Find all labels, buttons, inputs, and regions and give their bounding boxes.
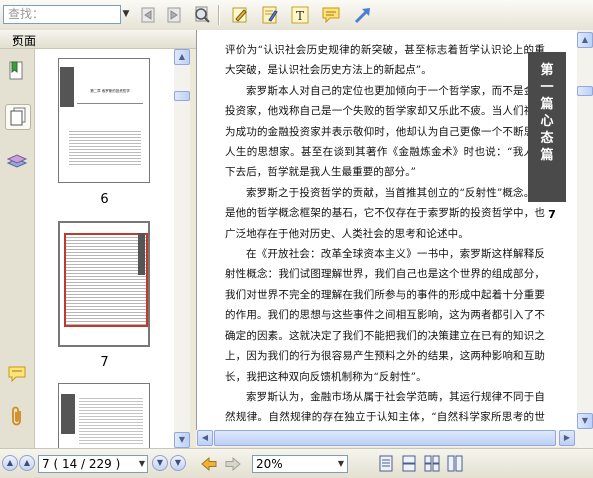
- paragraph: 索罗斯之于投资哲学的贡献，当首推其创立的“反射性”概念。这是他的哲学概念框架的基…: [225, 186, 545, 240]
- first-page-icon[interactable]: ▲: [2, 455, 18, 471]
- note-tool-icon[interactable]: [259, 4, 281, 26]
- facing-layout-icon[interactable]: [423, 454, 441, 473]
- thumbnail-chapter-bar: [61, 394, 75, 434]
- page-dropdown-icon[interactable]: ▼: [136, 455, 148, 473]
- thumbnail-chapter-bar: [138, 233, 145, 275]
- text-tool-icon[interactable]: T: [289, 4, 311, 26]
- svg-text:T: T: [296, 9, 304, 23]
- find-icon[interactable]: [191, 4, 213, 26]
- search-input[interactable]: 查找：: [3, 5, 121, 24]
- scroll-up-icon[interactable]: ▲: [174, 49, 190, 65]
- paragraph: 索罗斯本人对自己的定位也更加倾向于一个哲学家，而不是金融投资家，他戏称自己是一个…: [225, 84, 545, 179]
- next-page-icon[interactable]: ▼: [152, 455, 168, 471]
- thumbnail-rule: [77, 103, 143, 104]
- thumbnail-scrollbar[interactable]: ▲ ▼: [174, 49, 190, 448]
- scroll-thumb[interactable]: [174, 91, 190, 101]
- scroll-up-icon[interactable]: ▲: [577, 32, 593, 48]
- go-forward-icon[interactable]: [224, 455, 242, 473]
- scroll-down-icon[interactable]: ▼: [577, 413, 593, 429]
- comments-icon[interactable]: [5, 362, 29, 386]
- bookmarks-icon[interactable]: [5, 59, 29, 83]
- page-thumbnail[interactable]: [58, 383, 150, 448]
- next-result-icon[interactable]: [163, 4, 185, 26]
- scroll-right-icon[interactable]: ▶: [559, 430, 575, 446]
- zoom-dropdown-icon[interactable]: ▼: [334, 455, 348, 473]
- single-page-layout-icon[interactable]: [377, 454, 395, 473]
- page-number-field[interactable]: 7 ( 14 / 229 ): [38, 455, 148, 473]
- continuous-layout-icon[interactable]: [400, 454, 418, 473]
- toolbar-separator: [218, 5, 220, 25]
- document-view[interactable]: 评价为“认识社会历史规律的新突破，甚至标志着哲学认识论上的重大突破，是认识社会历…: [196, 30, 578, 430]
- scroll-thumb[interactable]: [214, 430, 556, 446]
- panel-header: 页面 «: [0, 30, 196, 49]
- thumbnail-page-label: 7: [100, 355, 109, 370]
- collapse-panel-icon[interactable]: «: [12, 32, 190, 46]
- scroll-thumb[interactable]: [577, 86, 593, 96]
- side-icon-bar: [0, 49, 35, 448]
- thumbnail-page-label: 6: [100, 192, 109, 207]
- highlight-tool-icon[interactable]: [229, 4, 251, 26]
- paragraph: 评价为“认识社会历史规律的新突破，甚至标志着哲学认识论上的重大突破，是认识社会历…: [225, 44, 545, 77]
- document-text: 评价为“认识社会历史规律的新突破，甚至标志着哲学认识论上的重大突破，是认识社会历…: [225, 40, 545, 430]
- horizontal-scrollbar[interactable]: ◀ ▶: [196, 430, 577, 447]
- search-dropdown-icon[interactable]: ▼: [121, 5, 131, 24]
- previous-page-icon[interactable]: ▲: [19, 455, 35, 471]
- chapter-tab-label: 第一篇 心态篇: [540, 63, 554, 163]
- layers-icon[interactable]: [5, 149, 29, 173]
- page-thumbnail[interactable]: 第二章 索罗斯的投资哲学: [58, 58, 150, 183]
- scroll-down-icon[interactable]: ▼: [174, 432, 190, 448]
- select-arrow-icon[interactable]: [352, 4, 374, 26]
- page-thumbnails-icon[interactable]: [5, 104, 31, 130]
- page-thumbnail-selected[interactable]: [58, 221, 150, 347]
- attachments-icon[interactable]: [5, 405, 29, 429]
- current-view-highlight: [64, 233, 148, 327]
- go-back-icon[interactable]: [200, 455, 218, 473]
- thumbnail-chapter-bar: [60, 67, 74, 107]
- scroll-left-icon[interactable]: ◀: [197, 430, 213, 446]
- thumbnail-list: 第二章 索罗斯的投资哲学 6 7: [35, 49, 174, 448]
- thumbnail-heading: 第二章 索罗斯的投资哲学: [90, 89, 130, 93]
- comment-tool-icon[interactable]: [320, 4, 342, 26]
- continuous-facing-layout-icon[interactable]: [446, 454, 464, 473]
- previous-result-icon[interactable]: [137, 4, 159, 26]
- thumbnail-text-lines: [69, 129, 141, 167]
- thumbnail-text-lines: [79, 396, 143, 446]
- last-page-icon[interactable]: ▼: [170, 455, 186, 471]
- paragraph: 索罗斯认为，金融市场从属于社会学范畴，其运行规律不同于自然规律。自然规律的存在独…: [225, 390, 545, 424]
- page-number: 7: [548, 208, 556, 221]
- paragraph: 在《开放社会：改革全球资本主义》一书中，索罗斯这样解释反射性概念：我们试图理解世…: [225, 248, 545, 383]
- document-scrollbar[interactable]: ▲ ▼: [577, 30, 593, 448]
